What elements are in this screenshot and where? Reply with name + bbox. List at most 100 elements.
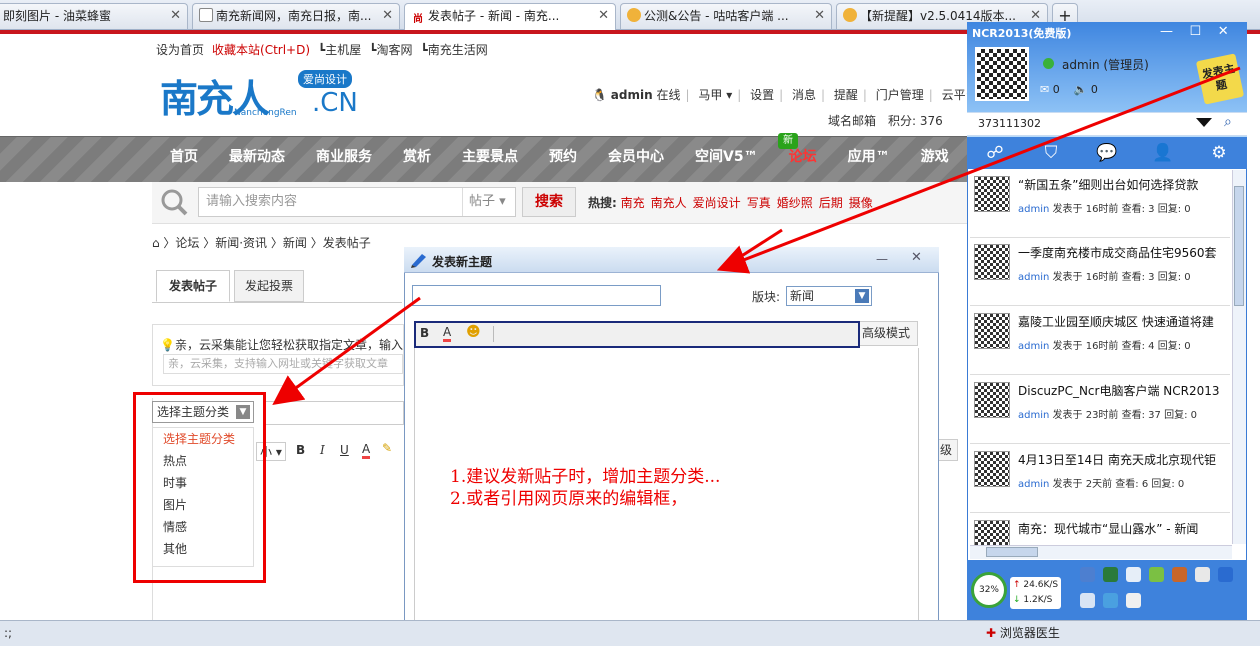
username-link[interactable]: admin bbox=[611, 88, 653, 102]
browser-tab-active[interactable]: 尚发表帖子 - 新闻 - 南充... ✕ bbox=[404, 3, 616, 30]
close-icon[interactable]: ✕ bbox=[382, 4, 393, 28]
shield-icon[interactable] bbox=[1103, 567, 1118, 582]
hot-link[interactable]: 婚纱照 bbox=[777, 196, 813, 210]
font-color-button[interactable]: A bbox=[443, 325, 452, 342]
chat-icon[interactable]: 💬 bbox=[1093, 143, 1121, 163]
author[interactable]: admin bbox=[1018, 479, 1049, 490]
app-icon[interactable] bbox=[1080, 567, 1095, 582]
font-color-button[interactable]: A bbox=[362, 442, 371, 459]
hot-link[interactable]: 写真 bbox=[747, 196, 771, 210]
reminders-link[interactable]: 提醒 bbox=[834, 88, 858, 102]
grid-icon[interactable] bbox=[1080, 593, 1095, 608]
hot-link[interactable]: 摄像 bbox=[849, 196, 873, 210]
smiley-icon[interactable]: ☻ bbox=[466, 324, 481, 340]
partner-link[interactable]: ┗主机屋 bbox=[318, 43, 361, 57]
portal-admin-link[interactable]: 门户管理 bbox=[876, 88, 924, 102]
dialog-title-input[interactable] bbox=[412, 285, 661, 306]
italic-button[interactable]: I bbox=[320, 443, 325, 457]
browser-tab[interactable]: 即刻图片 - 油菜蜂蜜 ✕ bbox=[0, 3, 188, 29]
hot-link[interactable]: 后期 bbox=[819, 196, 843, 210]
app-icon[interactable] bbox=[1172, 567, 1187, 582]
copy-icon[interactable] bbox=[1126, 593, 1141, 608]
author[interactable]: admin bbox=[1018, 410, 1049, 421]
advanced-mode-button[interactable]: 级 bbox=[936, 439, 958, 461]
nav-business[interactable]: 商业服务 bbox=[316, 136, 372, 182]
nav-games[interactable]: 游戏 bbox=[921, 136, 949, 182]
user-icon[interactable] bbox=[1218, 567, 1233, 582]
underline-button[interactable]: U bbox=[340, 443, 349, 457]
close-icon[interactable]: ✕ bbox=[1218, 24, 1229, 39]
search-button[interactable]: 搜索 bbox=[522, 187, 576, 217]
list-item[interactable]: DiscuzPC_Ncr电脑客户端 NCR2013 admin 发表于 23时前 … bbox=[970, 378, 1230, 444]
nav-gallery[interactable]: 赏析 bbox=[403, 136, 431, 182]
minimize-icon[interactable]: — bbox=[876, 252, 892, 266]
browser-tab[interactable]: 南充新闻网，南充日报，南... ✕ bbox=[192, 3, 400, 29]
search-icon[interactable]: ⌕ bbox=[1224, 114, 1242, 132]
vest-menu[interactable]: 马甲 bbox=[698, 88, 722, 102]
advanced-mode-link[interactable]: 高级模式 bbox=[860, 321, 918, 346]
author[interactable]: admin bbox=[1018, 341, 1049, 352]
search-type-select[interactable]: 帖子 ▾ bbox=[462, 188, 516, 216]
close-icon[interactable]: ✕ bbox=[170, 4, 181, 28]
author[interactable]: admin bbox=[1018, 272, 1049, 283]
post-title-input[interactable] bbox=[263, 401, 404, 425]
nav-space[interactable]: 空间V5™ bbox=[695, 136, 758, 182]
settings-link[interactable]: 设置 bbox=[750, 88, 774, 102]
bold-button[interactable]: B bbox=[420, 326, 429, 340]
section-select[interactable]: 新闻 ▼ bbox=[786, 286, 872, 306]
mail-icon[interactable]: ✉ bbox=[1040, 83, 1049, 96]
nav-scenic[interactable]: 主要景点 bbox=[462, 136, 518, 182]
list-item[interactable]: 南充：现代城市“显山露水” - 新闻 bbox=[970, 516, 1230, 546]
download-speed: 1.2K/S bbox=[1023, 595, 1053, 605]
thread-title: 南充：现代城市“显山露水” - 新闻 bbox=[1018, 522, 1199, 536]
post-time: 发表于 16时前 bbox=[1052, 204, 1119, 215]
link-icon[interactable]: ☍ bbox=[981, 143, 1009, 163]
sound-icon[interactable]: 🔈 bbox=[1074, 83, 1088, 96]
cpu-meter[interactable]: 32% bbox=[971, 572, 1007, 608]
hot-link[interactable]: 南充人 bbox=[651, 196, 687, 210]
doc-icon[interactable] bbox=[1195, 567, 1210, 582]
maximize-icon[interactable]: ☐ bbox=[1190, 24, 1202, 39]
close-icon[interactable]: ✕ bbox=[814, 4, 825, 28]
hot-link[interactable]: 爱尚设计 bbox=[693, 196, 741, 210]
list-item[interactable]: “新国五条”细则出台如何选择贷款 admin 发表于 16时前 查看: 3 回复:… bbox=[970, 172, 1230, 238]
gear-icon[interactable]: ⚙ bbox=[1205, 143, 1233, 163]
user-credits[interactable]: 域名邮箱 积分: 376 bbox=[828, 112, 943, 129]
set-homepage-link[interactable]: 设为首页 bbox=[156, 43, 204, 57]
bold-button[interactable]: B bbox=[296, 443, 305, 457]
tab-start-poll[interactable]: 发起投票 bbox=[234, 270, 304, 302]
browser-doctor-button[interactable]: ✚ 浏览器医生 bbox=[986, 624, 1060, 641]
hot-link[interactable]: 南充 bbox=[621, 196, 645, 210]
bookmark-link[interactable]: 收藏本站(Ctrl+D) bbox=[212, 43, 310, 57]
site-logo[interactable]: 南充人 爱尚设计 .CN NanchongRen bbox=[160, 66, 380, 122]
dropdown-arrow-icon[interactable] bbox=[1196, 118, 1212, 127]
app-icon[interactable] bbox=[1103, 593, 1118, 608]
nav-member[interactable]: 会员中心 bbox=[608, 136, 664, 182]
close-icon[interactable]: ✕ bbox=[598, 4, 609, 28]
messages-link[interactable]: 消息 bbox=[792, 88, 816, 102]
nav-latest[interactable]: 最新动态 bbox=[229, 136, 285, 182]
nav-home[interactable]: 首页 bbox=[170, 136, 198, 182]
nav-booking[interactable]: 预约 bbox=[549, 136, 577, 182]
scrollbar-thumb[interactable] bbox=[986, 547, 1038, 557]
list-item[interactable]: 4月13日至14日 南充天成北京现代钜 admin 发表于 2天前 查看: 6 回… bbox=[970, 447, 1230, 513]
list-item[interactable]: 一季度南充楼市成交商品住宅9560套 admin 发表于 16时前 查看: 3 回… bbox=[970, 240, 1230, 306]
partner-link[interactable]: ┗南充生活网 bbox=[421, 43, 488, 57]
shield-icon[interactable]: ⛉ bbox=[1037, 143, 1065, 163]
breadcrumb[interactable]: ⌂ 〉论坛 〉新闻·资讯 〉新闻 〉发表帖子 bbox=[152, 234, 371, 251]
highlight-icon[interactable]: ✎ bbox=[382, 441, 392, 455]
partner-link[interactable]: ┗淘客网 bbox=[369, 43, 412, 57]
minimize-icon[interactable]: — bbox=[1160, 24, 1173, 39]
author[interactable]: admin bbox=[1018, 204, 1049, 215]
user-icon[interactable]: 👤 bbox=[1149, 143, 1177, 163]
clock-icon[interactable] bbox=[1126, 567, 1141, 582]
cloud-collect-input[interactable]: 亲，云采集，支持输入网址或关键字获取文章 bbox=[163, 354, 403, 374]
close-icon[interactable]: ✕ bbox=[911, 250, 927, 266]
tab-post-thread[interactable]: 发表帖子 bbox=[156, 270, 230, 302]
scrollbar-thumb[interactable] bbox=[1234, 186, 1244, 306]
chat-icon[interactable] bbox=[1149, 567, 1164, 582]
list-item[interactable]: 嘉陵工业园至顺庆城区 快速通道将建 admin 发表于 16时前 查看: 4 回复… bbox=[970, 309, 1230, 375]
browser-tab[interactable]: 公测&公告 - 咕咕客户端 ... ✕ bbox=[620, 3, 832, 29]
ncr-user[interactable]: admin (管理员) bbox=[1042, 56, 1149, 73]
nav-apps[interactable]: 应用™ bbox=[848, 136, 890, 182]
